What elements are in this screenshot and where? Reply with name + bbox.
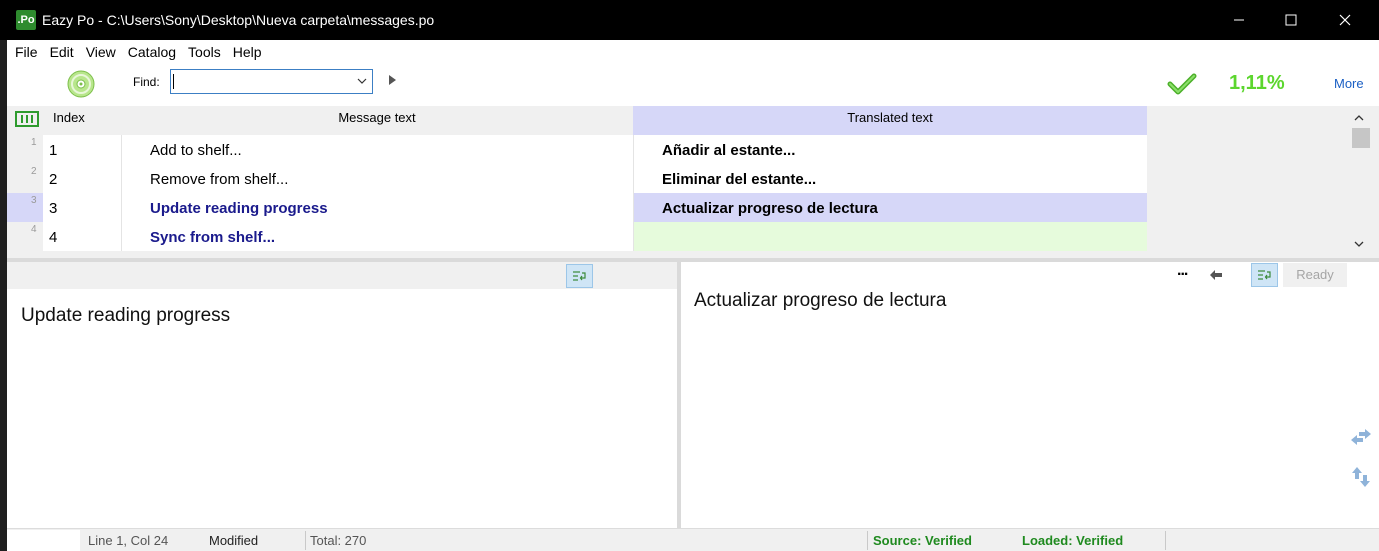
more-link[interactable]: More bbox=[1334, 76, 1364, 91]
row-gutter: 2 bbox=[7, 164, 43, 193]
cell-index: 1 bbox=[43, 135, 121, 164]
header-message-text[interactable]: Message text bbox=[121, 110, 633, 125]
translation-text[interactable]: Actualizar progreso de lectura bbox=[694, 290, 946, 312]
scroll-up-icon[interactable] bbox=[1353, 112, 1365, 124]
minimize-button[interactable] bbox=[1216, 0, 1262, 40]
app-window: File Edit View Catalog Tools Help Find: bbox=[7, 40, 1379, 551]
disc-icon[interactable] bbox=[67, 70, 95, 98]
more-options-button[interactable]: ... bbox=[1177, 262, 1188, 280]
cell-message: Update reading progress bbox=[121, 193, 633, 222]
row-number: 2 bbox=[31, 166, 37, 177]
row-gutter: 4 bbox=[7, 222, 43, 251]
word-wrap-icon bbox=[572, 271, 586, 281]
loaded-status: Loaded: Verified bbox=[1022, 533, 1124, 548]
header-index[interactable]: Index bbox=[53, 110, 85, 125]
total-count: Total: 270 bbox=[310, 533, 367, 548]
find-input[interactable] bbox=[174, 73, 354, 90]
source-text: Update reading progress bbox=[21, 305, 231, 326]
menu-tools[interactable]: Tools bbox=[183, 44, 226, 60]
ready-button[interactable]: Ready bbox=[1283, 263, 1347, 287]
app-icon: .Po bbox=[16, 10, 36, 30]
close-icon bbox=[1339, 14, 1351, 26]
cell-message: Remove from shelf... bbox=[121, 164, 633, 193]
status-divider bbox=[867, 531, 868, 550]
cell-translation: Actualizar progreso de lectura bbox=[633, 193, 1147, 222]
checkmark-icon bbox=[1167, 73, 1197, 95]
source-word-wrap-button[interactable] bbox=[566, 264, 593, 288]
cell-translation bbox=[633, 222, 1147, 251]
cell-index: 3 bbox=[43, 193, 121, 222]
scroll-down-icon[interactable] bbox=[1353, 238, 1365, 250]
translation-progress: 1,11% bbox=[1229, 72, 1285, 94]
cell-index: 2 bbox=[43, 164, 121, 193]
swap-vertical-icon[interactable] bbox=[1351, 465, 1371, 489]
row-number: 3 bbox=[31, 195, 37, 206]
menu-catalog[interactable]: Catalog bbox=[123, 44, 181, 60]
window-title: Eazy Po - C:\Users\Sony\Desktop\Nueva ca… bbox=[42, 12, 435, 28]
translation-word-wrap-button[interactable] bbox=[1251, 263, 1278, 287]
grid-scrollbar[interactable] bbox=[1349, 106, 1370, 258]
cell-message: Sync from shelf... bbox=[121, 222, 633, 251]
find-label: Find: bbox=[133, 75, 160, 89]
translation-pane[interactable]: ... Ready Actualizar progreso de lectura bbox=[681, 262, 1379, 528]
word-wrap-icon bbox=[1257, 270, 1271, 280]
source-status: Source: Verified bbox=[873, 533, 972, 548]
translation-toolbar: ... Ready bbox=[681, 262, 1379, 289]
header-translated-text[interactable]: Translated text bbox=[633, 106, 1147, 135]
grid-header: Index Message text Translated text bbox=[7, 106, 1147, 135]
close-button[interactable] bbox=[1322, 0, 1368, 40]
table-row-selected[interactable]: 3 3 Update reading progress Actualizar p… bbox=[7, 193, 1147, 222]
row-number: 4 bbox=[31, 224, 37, 235]
table-row[interactable]: 1 1 Add to shelf... Añadir al estante... bbox=[7, 135, 1147, 164]
row-gutter: 1 bbox=[7, 135, 43, 164]
menu-edit[interactable]: Edit bbox=[45, 44, 79, 60]
menu-view[interactable]: View bbox=[81, 44, 121, 60]
menu-bar: File Edit View Catalog Tools Help bbox=[7, 40, 1379, 64]
row-gutter: 3 bbox=[7, 193, 43, 222]
maximize-icon bbox=[1285, 14, 1297, 26]
swap-horizontal-icon[interactable] bbox=[1349, 427, 1373, 447]
chevron-down-icon[interactable] bbox=[356, 75, 368, 87]
source-toolbar bbox=[7, 262, 677, 289]
back-arrow-icon[interactable] bbox=[1209, 269, 1223, 281]
maximize-button[interactable] bbox=[1268, 0, 1314, 40]
menu-help[interactable]: Help bbox=[228, 44, 267, 60]
status-bar: Line 1, Col 24 Modified Total: 270 Sourc… bbox=[7, 528, 1379, 551]
columns-icon[interactable] bbox=[15, 111, 39, 127]
status-divider bbox=[305, 531, 306, 550]
cell-translation: Añadir al estante... bbox=[633, 135, 1147, 164]
title-bar: .Po Eazy Po - C:\Users\Sony\Desktop\Nuev… bbox=[0, 0, 1379, 40]
cell-translation: Eliminar del estante... bbox=[633, 164, 1147, 193]
document-state: Modified bbox=[209, 533, 259, 548]
status-divider bbox=[1165, 531, 1166, 550]
table-row[interactable]: 4 4 Sync from shelf... bbox=[7, 222, 1147, 251]
cell-message: Add to shelf... bbox=[121, 135, 633, 164]
find-combobox[interactable] bbox=[170, 69, 373, 94]
status-blank-field bbox=[7, 530, 80, 551]
source-pane: Update reading progress bbox=[7, 262, 677, 528]
cursor-position: Line 1, Col 24 bbox=[88, 533, 169, 548]
scrollbar-thumb[interactable] bbox=[1352, 128, 1370, 148]
table-row[interactable]: 2 2 Remove from shelf... Eliminar del es… bbox=[7, 164, 1147, 193]
row-number: 1 bbox=[31, 137, 37, 148]
cell-index: 4 bbox=[43, 222, 121, 251]
toolbar: Find: 1,11% More bbox=[7, 64, 1379, 106]
minimize-icon bbox=[1234, 19, 1244, 21]
message-grid: Index Message text Translated text 1 1 A… bbox=[7, 106, 1379, 258]
find-next-arrow-icon[interactable] bbox=[386, 73, 398, 87]
menu-file[interactable]: File bbox=[7, 44, 43, 60]
